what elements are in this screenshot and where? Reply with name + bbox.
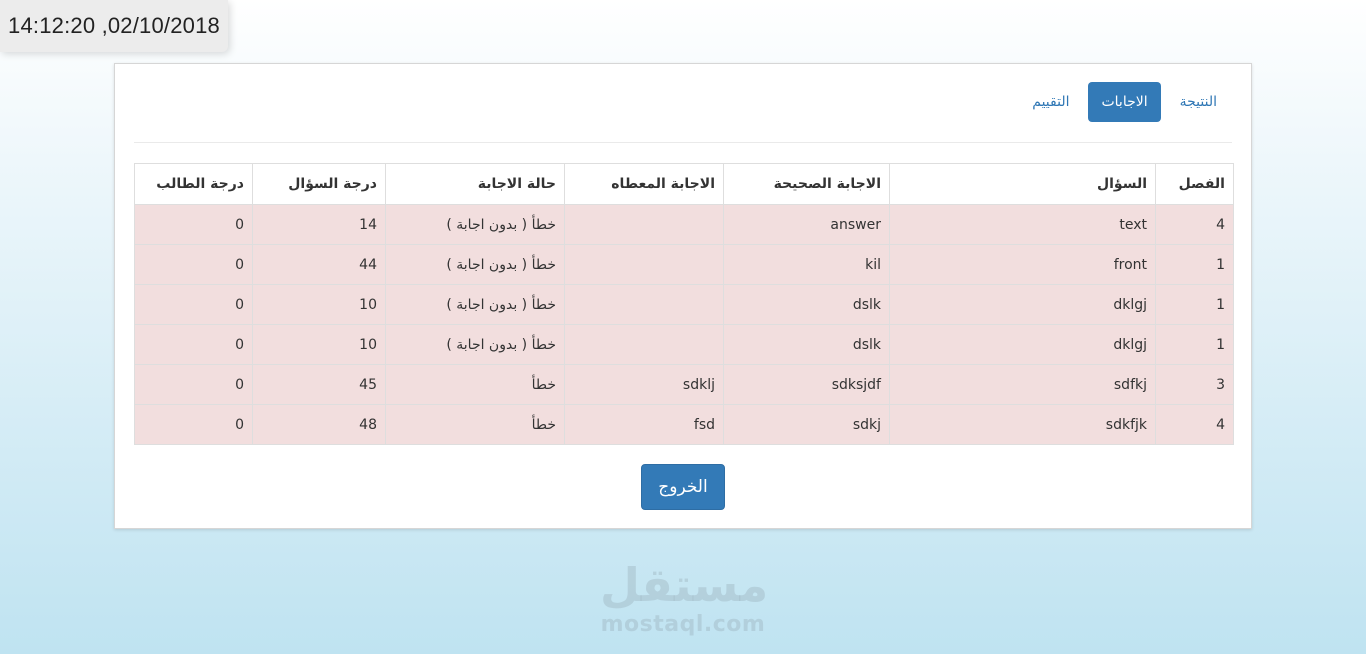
cell-given-answer (564, 244, 724, 285)
header-answer-status: حالة الاجابة (385, 163, 565, 205)
cell-correct-answer: dslk (723, 324, 890, 365)
cell-correct-answer: sdksjdf (723, 364, 890, 405)
cell-answer-status: خطأ ( بدون اجابة ) (385, 284, 565, 325)
cell-student-score: 0 (134, 284, 253, 325)
cell-question-score: 14 (252, 204, 386, 245)
cell-question-score: 10 (252, 284, 386, 325)
cell-chapter: 1 (1155, 324, 1234, 365)
results-panel: النتيجة الاجابات التقييم الفصل السؤال ال… (114, 63, 1252, 529)
exit-button[interactable]: الخروج (641, 464, 725, 510)
answers-table: الفصل السؤال الاجابة الصحيحة الاجابة الم… (134, 163, 1234, 445)
cell-question: dklgj (889, 324, 1156, 365)
cell-correct-answer: sdkj (723, 404, 890, 445)
table-row: 1 front kil خطأ ( بدون اجابة ) 44 0 (134, 244, 1234, 285)
cell-question: text (889, 204, 1156, 245)
header-chapter: الفصل (1155, 163, 1234, 205)
tab-result[interactable]: النتيجة (1167, 82, 1230, 122)
cell-answer-status: خطأ ( بدون اجابة ) (385, 244, 565, 285)
header-correct-answer: الاجابة الصحيحة (723, 163, 890, 205)
cell-question-score: 45 (252, 364, 386, 405)
cell-correct-answer: answer (723, 204, 890, 245)
cell-student-score: 0 (134, 324, 253, 365)
header-question-score: درجة السؤال (252, 163, 386, 205)
cell-given-answer (564, 204, 724, 245)
table-row: 4 sdkfjk sdkj fsd خطأ 48 0 (134, 404, 1234, 445)
cell-given-answer (564, 284, 724, 325)
datetime-text: 14:12:20 ,02/10/2018 (8, 13, 220, 38)
cell-student-score: 0 (134, 364, 253, 405)
cell-chapter: 4 (1155, 404, 1234, 445)
cell-chapter: 3 (1155, 364, 1234, 405)
cell-question: sdkfjk (889, 404, 1156, 445)
cell-student-score: 0 (134, 204, 253, 245)
cell-given-answer: sdklj (564, 364, 724, 405)
table-row: 4 text answer خطأ ( بدون اجابة ) 14 0 (134, 204, 1234, 245)
watermark-arabic: مستقل (600, 558, 769, 612)
cell-chapter: 1 (1155, 244, 1234, 285)
table-row: 3 sdfkj sdksjdf sdklj خطأ 45 0 (134, 364, 1234, 405)
table-row: 1 dklgj dslk خطأ ( بدون اجابة ) 10 0 (134, 284, 1234, 325)
cell-answer-status: خطأ (385, 364, 565, 405)
tab-answers[interactable]: الاجابات (1088, 82, 1161, 122)
cell-given-answer (564, 324, 724, 365)
divider (134, 142, 1232, 143)
cell-question-score: 44 (252, 244, 386, 285)
cell-given-answer: fsd (564, 404, 724, 445)
cell-correct-answer: dslk (723, 284, 890, 325)
cell-question: dklgj (889, 284, 1156, 325)
cell-question: front (889, 244, 1156, 285)
datetime-display: 14:12:20 ,02/10/2018 (0, 0, 228, 52)
cell-answer-status: خطأ (385, 404, 565, 445)
table-header-row: الفصل السؤال الاجابة الصحيحة الاجابة الم… (134, 163, 1234, 205)
watermark-logo: مستقل mostaql.com (600, 556, 769, 637)
watermark-latin: mostaql.com (600, 612, 766, 637)
tab-evaluation[interactable]: التقييم (1019, 82, 1082, 122)
cell-question: sdfkj (889, 364, 1156, 405)
cell-chapter: 1 (1155, 284, 1234, 325)
cell-student-score: 0 (134, 404, 253, 445)
cell-answer-status: خطأ ( بدون اجابة ) (385, 204, 565, 245)
cell-question-score: 48 (252, 404, 386, 445)
cell-correct-answer: kil (723, 244, 890, 285)
tab-bar: النتيجة الاجابات التقييم (1019, 82, 1230, 122)
cell-question-score: 10 (252, 324, 386, 365)
cell-student-score: 0 (134, 244, 253, 285)
header-question: السؤال (889, 163, 1156, 205)
cell-chapter: 4 (1155, 204, 1234, 245)
table-row: 1 dklgj dslk خطأ ( بدون اجابة ) 10 0 (134, 324, 1234, 365)
header-student-score: درجة الطالب (134, 163, 253, 205)
cell-answer-status: خطأ ( بدون اجابة ) (385, 324, 565, 365)
header-given-answer: الاجابة المعطاه (564, 163, 724, 205)
